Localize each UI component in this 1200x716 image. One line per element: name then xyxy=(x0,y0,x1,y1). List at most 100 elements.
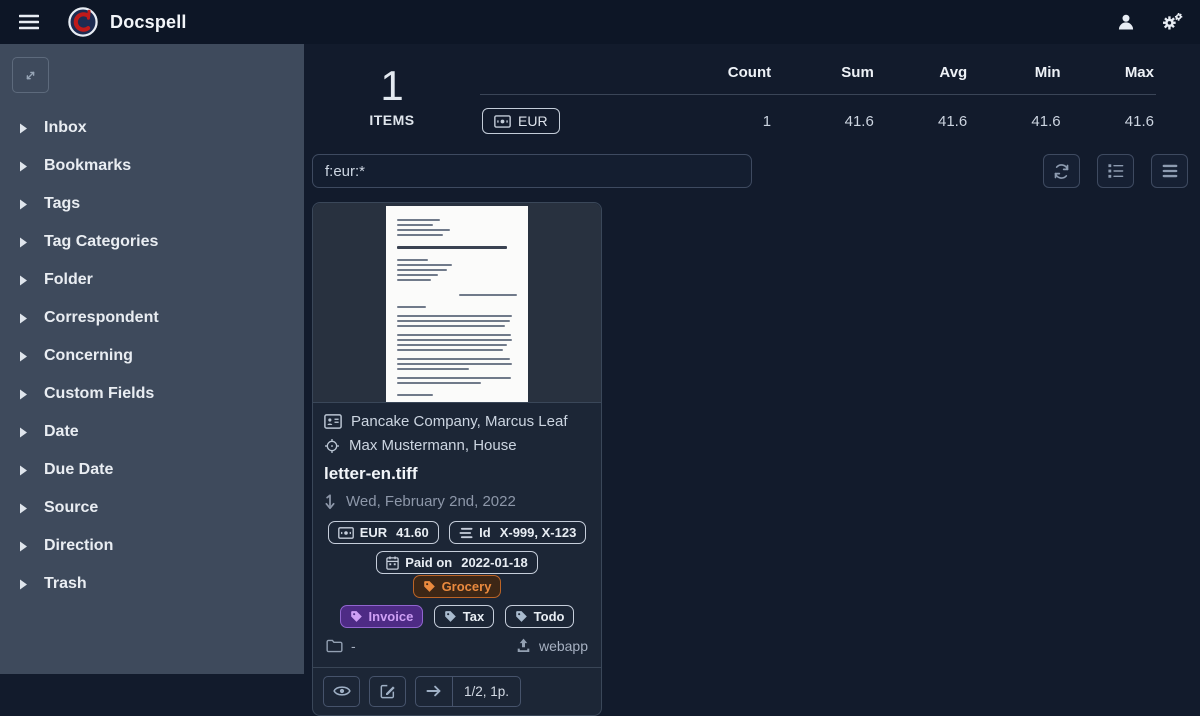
sidebar-item-source[interactable]: Source xyxy=(0,489,304,527)
select-mode-button[interactable] xyxy=(1097,154,1134,188)
main-content: 1 ITEMS Count Sum Avg Min Max xyxy=(304,44,1200,674)
sidebar-item-label: Inbox xyxy=(44,119,87,137)
stream-lines-icon xyxy=(459,527,473,539)
arrow-down-icon xyxy=(324,494,336,510)
item-date-line: Wed, February 2nd, 2022 xyxy=(324,493,590,510)
preview-eye-button[interactable] xyxy=(323,676,360,707)
sidebar-item-custom-fields[interactable]: Custom Fields xyxy=(0,375,304,413)
items-count-label: ITEMS xyxy=(304,112,480,128)
stat-min: 41.6 xyxy=(969,95,1062,148)
search-input[interactable] xyxy=(312,154,752,188)
sidebar-item-label: Due Date xyxy=(44,461,113,479)
concerning-line: Max Mustermann, House xyxy=(324,437,590,454)
edit-button[interactable] xyxy=(369,676,406,707)
caret-right-icon xyxy=(19,541,28,552)
stat-max: 41.6 xyxy=(1063,95,1156,148)
document-page-preview xyxy=(386,206,528,402)
money-bill-icon xyxy=(338,527,354,539)
menu-bars-button[interactable] xyxy=(1151,154,1188,188)
column-header-count: Count xyxy=(640,52,773,95)
stat-count: 1 xyxy=(640,95,773,148)
sidebar-item-tag-categories[interactable]: Tag Categories xyxy=(0,223,304,261)
tag-icon xyxy=(423,580,436,593)
sidebar-item-label: Date xyxy=(44,423,79,441)
sidebar-item-label: Custom Fields xyxy=(44,385,154,403)
settings-gears-icon[interactable] xyxy=(1160,10,1184,34)
document-thumbnail[interactable] xyxy=(313,203,601,403)
sidebar-item-label: Tags xyxy=(44,195,80,213)
caret-right-icon xyxy=(19,199,28,210)
card-body: Pancake Company, Marcus Leaf Max Musterm… xyxy=(313,403,601,667)
attachment-page-count: 1/2, 1p. xyxy=(453,677,520,706)
sidebar-menu: Inbox Bookmarks Tags Tag Categories Fold… xyxy=(0,109,304,603)
sidebar-item-direction[interactable]: Direction xyxy=(0,527,304,565)
sidebar-item-label: Source xyxy=(44,499,98,517)
items-count-value: 1 xyxy=(304,64,480,108)
tag-name: Invoice xyxy=(369,609,414,624)
column-header-sum: Sum xyxy=(773,52,876,95)
docspell-logo-icon xyxy=(68,7,98,37)
sidebar-item-folder[interactable]: Folder xyxy=(0,261,304,299)
id-field-value: X-999, X-123 xyxy=(500,525,577,540)
sidebar-item-label: Bookmarks xyxy=(44,157,131,175)
correspondent-name: Pancake Company, Marcus Leaf xyxy=(351,413,568,430)
folder-source-row: - webapp xyxy=(326,638,588,654)
tag-icon xyxy=(515,610,528,623)
search-bar-row xyxy=(304,147,1200,188)
caret-right-icon xyxy=(19,237,28,248)
sidebar-item-trash[interactable]: Trash xyxy=(0,565,304,603)
hamburger-menu-icon[interactable] xyxy=(16,9,42,35)
sidebar-item-label: Direction xyxy=(44,537,113,555)
id-field-label: Id xyxy=(479,525,491,540)
arrow-right-button[interactable] xyxy=(416,677,453,706)
concerning-name: Max Mustermann, House xyxy=(349,437,517,454)
item-title[interactable]: letter-en.tiff xyxy=(324,464,590,484)
tag-icon xyxy=(350,610,363,623)
tag-badge-tax: Tax xyxy=(434,605,494,628)
tag-badge-invoice: Invoice xyxy=(340,605,424,628)
sidebar-item-concerning[interactable]: Concerning xyxy=(0,337,304,375)
caret-right-icon xyxy=(19,123,28,134)
source-value: webapp xyxy=(539,638,588,654)
crosshair-icon xyxy=(324,438,340,454)
collapse-sidebar-button[interactable] xyxy=(12,57,49,93)
sidebar-item-tags[interactable]: Tags xyxy=(0,185,304,223)
tag-icon xyxy=(444,610,457,623)
folder-value: - xyxy=(351,638,356,654)
sidebar-item-label: Correspondent xyxy=(44,309,159,327)
sidebar-item-label: Concerning xyxy=(44,347,133,365)
sidebar-item-due-date[interactable]: Due Date xyxy=(0,451,304,489)
caret-right-icon xyxy=(19,275,28,286)
sidebar-item-label: Tag Categories xyxy=(44,233,158,251)
items-count-block: 1 ITEMS xyxy=(304,52,480,128)
caret-right-icon xyxy=(19,427,28,438)
caret-right-icon xyxy=(19,579,28,590)
category-badge-grocery: Grocery xyxy=(413,575,502,598)
caret-right-icon xyxy=(19,465,28,476)
top-navbar: Docspell xyxy=(0,0,1200,44)
badges-area: EUR 41.60 Id X-999, X-123 xyxy=(324,521,590,628)
folder-icon xyxy=(326,639,343,653)
app-title[interactable]: Docspell xyxy=(110,12,187,33)
upload-icon xyxy=(516,638,531,653)
custom-field-id-badge: Id X-999, X-123 xyxy=(449,521,586,544)
caret-right-icon xyxy=(19,389,28,400)
user-account-icon[interactable] xyxy=(1114,10,1138,34)
table-row: EUR 1 41.6 41.6 41.6 41.6 xyxy=(480,95,1156,148)
money-bill-icon xyxy=(494,115,511,128)
paid-date: 2022-01-18 xyxy=(461,555,528,570)
sidebar-item-correspondent[interactable]: Correspondent xyxy=(0,299,304,337)
tag-name: Tax xyxy=(463,609,484,624)
column-header-max: Max xyxy=(1063,52,1156,95)
sidebar: Inbox Bookmarks Tags Tag Categories Fold… xyxy=(0,44,304,674)
refresh-button[interactable] xyxy=(1043,154,1080,188)
caret-right-icon xyxy=(19,313,28,324)
category-name: Grocery xyxy=(442,579,492,594)
tag-name: Todo xyxy=(534,609,565,624)
sidebar-item-inbox[interactable]: Inbox xyxy=(0,109,304,147)
sidebar-item-bookmarks[interactable]: Bookmarks xyxy=(0,147,304,185)
stat-avg: 41.6 xyxy=(876,95,969,148)
correspondent-line: Pancake Company, Marcus Leaf xyxy=(324,413,590,430)
sidebar-item-date[interactable]: Date xyxy=(0,413,304,451)
currency-badge: EUR xyxy=(482,108,560,134)
